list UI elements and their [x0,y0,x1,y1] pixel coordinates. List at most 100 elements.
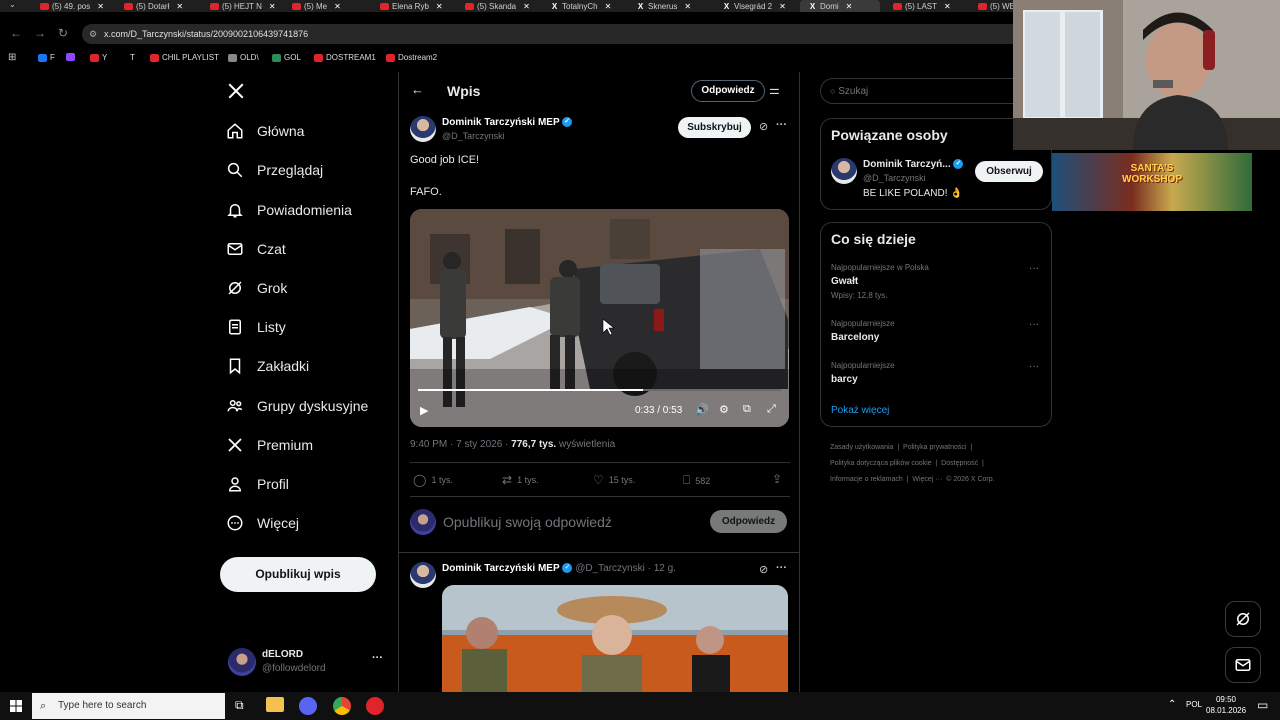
nav-item-lists[interactable]: Listy [226,318,286,336]
bookmark-action[interactable]: ⎕ 582 [683,473,710,488]
forward-icon[interactable]: → [34,26,46,40]
footer-link[interactable]: Zasady użytkowania [830,444,893,451]
author-avatar[interactable] [410,562,436,588]
author-avatar[interactable] [410,116,436,142]
x-logo-icon[interactable] [227,82,245,100]
bookmark-item[interactable]: T [118,53,135,62]
follow-button[interactable]: Obserwuj [975,161,1043,182]
file-explorer-icon[interactable] [266,697,284,712]
close-tab-icon[interactable]: ✕ [176,2,183,11]
nav-item-chat[interactable]: Czat [226,240,286,258]
fullscreen-icon[interactable]: ⤢ [767,403,776,416]
person-avatar[interactable] [831,158,857,184]
grok-fab[interactable] [1225,601,1261,637]
grok-icon[interactable]: ⊘ [759,563,768,576]
browser-tab[interactable]: (5) LAST ✕ [885,0,965,12]
footer-link[interactable]: Informacje o reklamach [830,476,903,483]
header-reply-button[interactable]: Odpowiedz [691,80,765,102]
post-media-image[interactable] [442,585,788,692]
close-tab-icon[interactable]: ✕ [779,2,786,11]
browser-tab[interactable]: X TotalnyCh ✕ [542,0,622,12]
post-button[interactable]: Opublikuj wpis [220,557,376,592]
task-view-icon[interactable]: ⧉ [235,698,244,713]
trend-item[interactable]: Najpopularniejsze barcy ··· [821,357,1051,387]
nav-item-bookmarks[interactable]: Zakładki [226,357,309,375]
nav-item-more[interactable]: Więcej [226,514,299,532]
author-name[interactable]: Dominik Tarczyński MEP ✓ [442,117,573,128]
close-tab-icon[interactable]: ✕ [334,2,341,11]
url-input[interactable]: ⚙ x.com/D_Tarczynski/status/200900210643… [82,24,1022,44]
browser-tab[interactable]: X Sknerus ✕ [628,0,708,12]
nav-item-home[interactable]: Główna [226,122,304,140]
site-info-icon[interactable]: ⚙ [89,24,97,44]
picture-in-picture-icon[interactable]: ⧉ [743,403,751,416]
like-action[interactable]: ♡ 15 tys. [593,473,635,487]
close-tab-icon[interactable]: ✕ [436,2,443,11]
show-more-link[interactable]: Pokaż więcej [831,405,889,416]
nav-item-notifications[interactable]: Powiadomienia [226,201,352,219]
nav-item-grok[interactable]: Grok [226,279,287,297]
author-handle[interactable]: @D_Tarczynski [442,131,505,141]
notifications-icon[interactable]: ▭ [1257,698,1268,712]
windows-start-icon[interactable] [10,700,22,712]
subscribe-button[interactable]: Subskrybuj [678,117,751,138]
clock[interactable]: 09:50 08.01.2026 [1206,694,1246,716]
tab-list-chevron-icon[interactable]: ⌄ [9,0,16,9]
trend-item[interactable]: Najpopularniejsze w Polska Gwałt Wpisy: … [821,259,1051,300]
tray-chevron-icon[interactable]: ⌃ [1168,699,1176,710]
bookmark-item[interactable]: OLD\ [228,53,259,62]
sliders-icon[interactable]: ⚌ [769,83,780,97]
apps-grid-icon[interactable]: ⊞ [8,52,16,63]
close-tab-icon[interactable]: ✕ [97,2,104,11]
footer-link[interactable]: Polityka dotycząca plików cookie [830,460,932,467]
author-name[interactable]: Dominik Tarczyński MEP [442,563,560,574]
close-tab-icon[interactable]: ✕ [269,2,276,11]
more-dots-icon[interactable]: ··· [776,119,787,131]
reply-input[interactable]: Opublikuj swoją odpowiedź [443,514,612,530]
browser-tab[interactable]: (5) Dotarł ✕ [116,0,196,12]
browser-tab[interactable]: (5) Me ✕ [284,0,364,12]
bookmark-item[interactable]: Y [90,53,107,62]
nav-item-explore[interactable]: Przeglądaj [226,161,323,179]
messages-fab[interactable] [1225,647,1261,683]
more-dots-icon[interactable]: ··· [1029,263,1039,274]
person-handle[interactable]: @D_Tarczynski [863,173,926,183]
person-name[interactable]: Dominik Tarczyń... ✓ [863,159,964,170]
footer-link[interactable]: Więcej ··· [912,476,942,483]
nav-item-premium[interactable]: Premium [226,436,313,454]
chrome-icon[interactable] [333,697,351,715]
footer-link[interactable]: Polityka prywatności [903,444,966,451]
close-tab-icon[interactable]: ✕ [523,2,530,11]
taskbar-search-input[interactable]: ⌕ Type here to search [32,693,225,719]
nav-item-profile[interactable]: Profil [226,475,289,493]
close-tab-icon[interactable]: ✕ [944,2,951,11]
reply-submit-button[interactable]: Odpowiedz [710,510,787,533]
browser-tab[interactable]: Elena Ryb ✕ [372,0,452,12]
settings-icon[interactable]: ⚙ [719,403,729,416]
nav-item-communities[interactable]: Grupy dyskusyjne [226,397,368,415]
repost-action[interactable]: ⇄ 1 tys. [502,473,539,487]
bookmark-item[interactable]: DOSTREAM1 [314,53,376,62]
share-icon[interactable]: ⇪ [772,472,782,486]
author-handle[interactable]: @D_Tarczynski · 12 g. [575,563,676,574]
footer-link[interactable]: Dostępność [941,460,978,467]
close-tab-icon[interactable]: ✕ [684,2,691,11]
browser-tab[interactable]: X Visegrád 2 ✕ [714,0,794,12]
bookmark-item[interactable] [66,53,78,61]
account-switcher[interactable]: dELORD @followdelord ··· [228,648,388,680]
bookmark-item[interactable]: CHIL PLAYLIST [150,53,219,62]
video-player[interactable]: ▶ 0:33 / 0:53 🔊 ⚙ ⧉ ⤢ [410,209,789,427]
back-icon[interactable]: ← [10,26,22,40]
volume-icon[interactable]: 🔊 [695,403,709,416]
bookmark-item[interactable]: Dostream2 [386,53,437,62]
close-tab-icon[interactable]: ✕ [846,2,853,11]
more-dots-icon[interactable]: ··· [1029,319,1039,330]
browser-tab[interactable]: (5) 49. pos ✕ [32,0,112,12]
language-indicator[interactable]: POL [1186,700,1202,709]
grok-icon[interactable]: ⊘ [759,120,768,133]
reload-icon[interactable]: ↻ [58,26,68,40]
more-dots-icon[interactable]: ··· [776,562,787,574]
discord-icon[interactable] [299,697,317,715]
play-icon[interactable]: ▶ [420,404,428,417]
browser-tab[interactable]: X Domi ✕ [800,0,880,12]
